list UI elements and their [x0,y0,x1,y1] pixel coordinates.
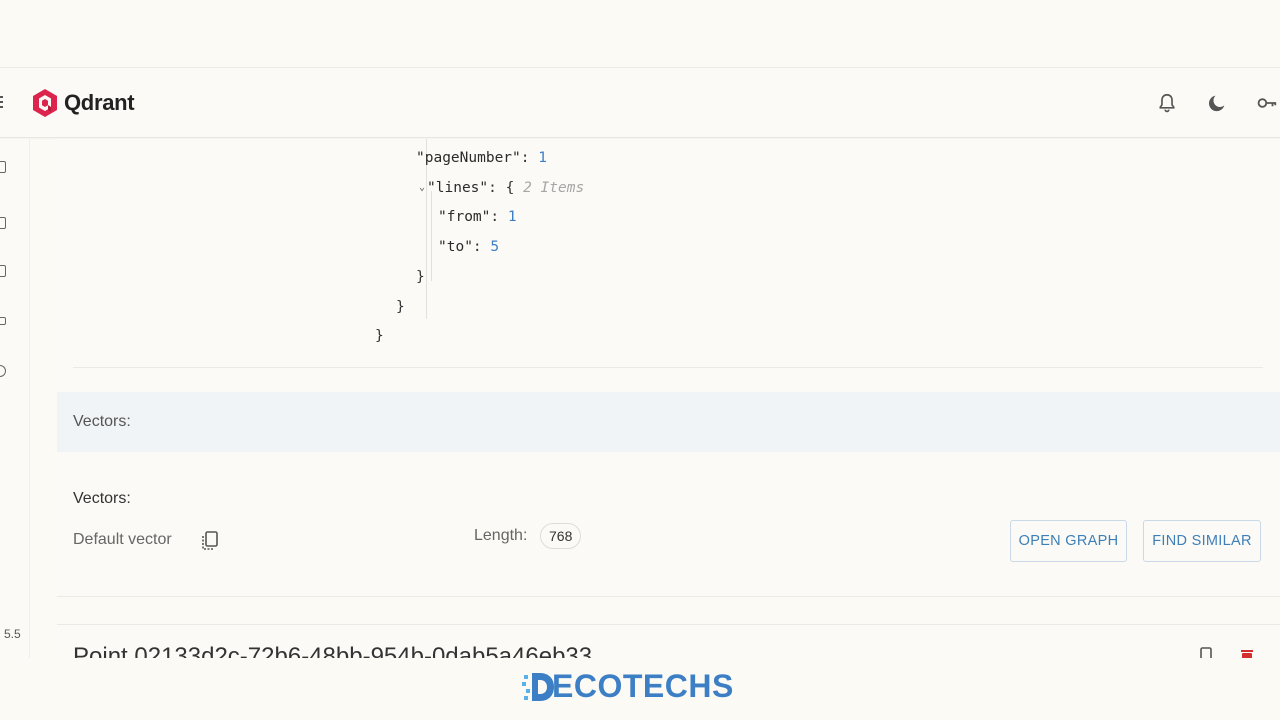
moon-icon[interactable] [1204,90,1230,116]
menu-icon[interactable] [0,96,6,110]
bell-icon[interactable] [1154,90,1180,116]
section-divider [73,367,1263,368]
json-line-pagenumber: "pageNumber": 1 [416,150,547,166]
vectors-section-title: Vectors: [73,413,131,430]
json-close-brace: } [396,299,405,315]
app-header: Qdrant [0,68,1280,138]
screen-root: Qdrant 5.5 "pageNumber": 1 ⌄ "lines": {… [0,0,1280,720]
header-actions [1130,90,1280,116]
decotechs-logo-icon [522,672,554,701]
sidebar-icon-3[interactable] [0,265,6,277]
find-similar-button[interactable]: FIND SIMILAR [1143,520,1261,562]
json-close-brace: } [375,328,384,344]
watermark-text: ECOTECHS [552,668,734,704]
vectors-label: Vectors: [73,490,131,507]
open-graph-button[interactable]: OPEN GRAPH [1010,520,1127,562]
json-line-to: "to": 5 [438,239,500,255]
point-card: "pageNumber": 1 ⌄ "lines": { 2 Items "fro… [57,139,1280,597]
qdrant-logo[interactable]: Qdrant [32,88,135,118]
sidebar-icon-4[interactable] [0,317,6,325]
logo-text: Qdrant [64,90,135,115]
json-indent-guide [431,191,432,281]
sidebar [0,139,30,659]
json-close-brace: } [416,269,425,285]
length-badge: 768 [540,523,582,549]
copy-icon[interactable] [200,530,220,552]
json-line-lines[interactable]: ⌄ "lines": { 2 Items [419,180,584,196]
qdrant-logo-icon [33,89,57,117]
browser-top-strip [0,0,1280,68]
length-label: Length: [474,527,528,544]
collapse-chevron-icon[interactable]: ⌄ [419,182,425,193]
sidebar-icon-2[interactable] [0,217,6,229]
sidebar-icon-5[interactable] [0,365,6,377]
decotechs-watermark: ECOTECHS [522,668,734,705]
key-icon[interactable] [1254,90,1280,116]
default-vector-label: Default vector [73,531,172,548]
watermark-bar: ECOTECHS [0,658,1280,720]
sidebar-icon-1[interactable] [0,161,6,173]
json-indent-guide [426,139,427,319]
app-version: 5.5 [4,627,21,641]
vectors-section-header: Vectors: [57,392,1280,452]
json-line-from: "from": 1 [438,209,517,225]
